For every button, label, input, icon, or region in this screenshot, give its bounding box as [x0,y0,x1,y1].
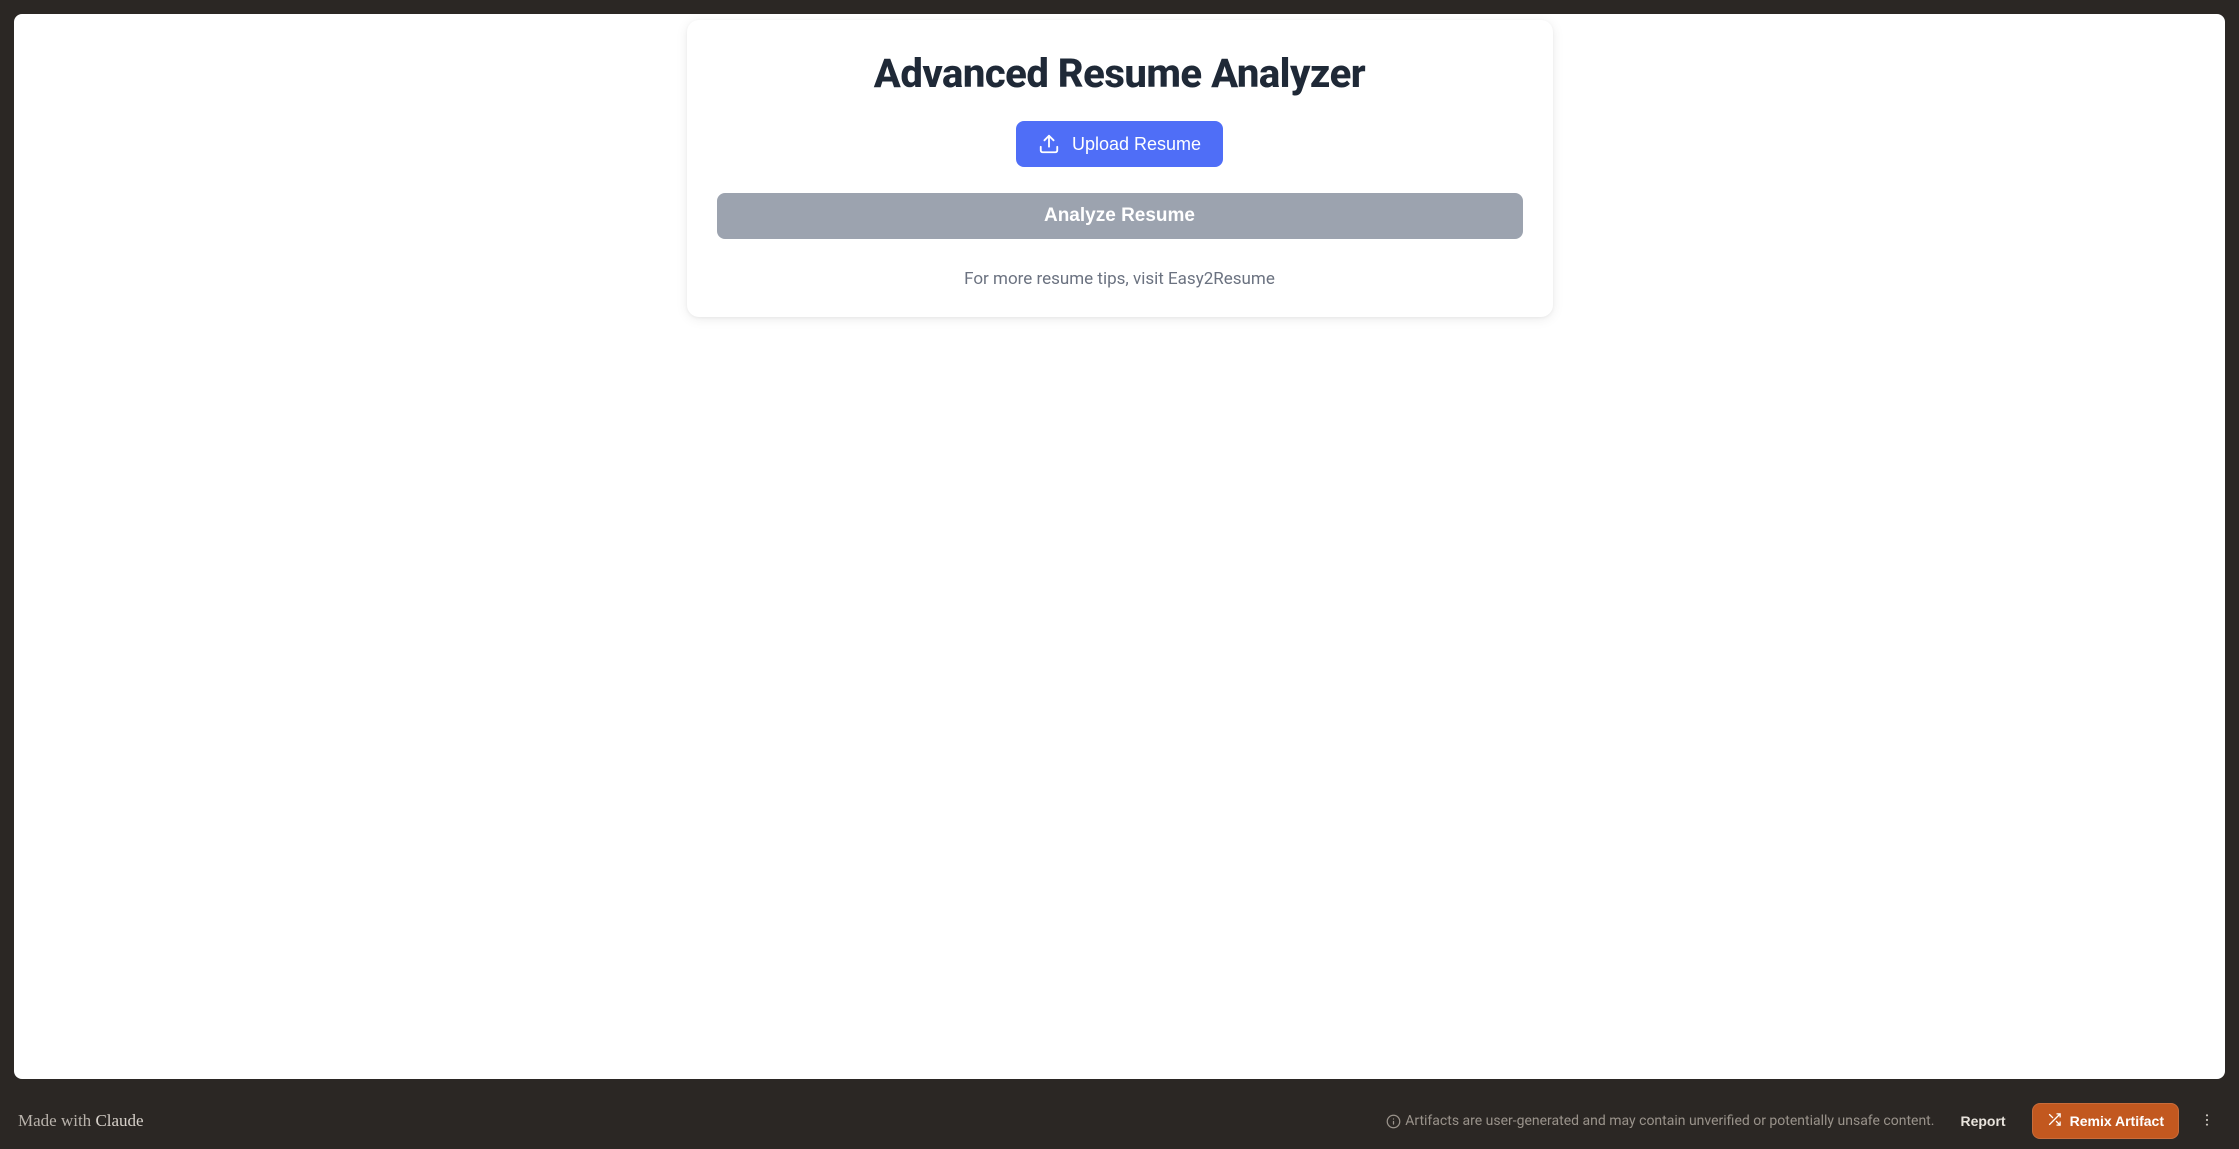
made-with-prefix: Made with [18,1111,95,1130]
app-frame: Advanced Resume Analyzer Upload Resume A… [0,0,2239,1093]
page-title: Advanced Resume Analyzer [874,50,1365,97]
report-button[interactable]: Report [1948,1105,2017,1137]
disclaimer-text: Artifacts are user-generated and may con… [1405,1113,1934,1129]
more-options-button[interactable] [2193,1107,2221,1135]
canvas: Advanced Resume Analyzer Upload Resume A… [14,14,2225,1079]
main-card: Advanced Resume Analyzer Upload Resume A… [687,20,1553,317]
made-with-brand: Claude [95,1111,143,1130]
upload-icon [1038,133,1060,155]
upload-button-label: Upload Resume [1072,134,1201,155]
info-icon [1386,1114,1401,1129]
kebab-icon [2199,1112,2215,1131]
remix-artifact-button[interactable]: Remix Artifact [2032,1103,2179,1139]
tips-prefix: For more resume tips, visit [964,269,1168,289]
disclaimer: Artifacts are user-generated and may con… [1386,1113,1934,1129]
tips-link[interactable]: Easy2Resume [1168,269,1275,289]
upload-resume-button[interactable]: Upload Resume [1016,121,1223,167]
analyze-button-label: Analyze Resume [1044,205,1195,226]
shuffle-icon [2047,1112,2062,1130]
report-button-label: Report [1960,1113,2005,1129]
remix-button-label: Remix Artifact [2070,1113,2164,1129]
bottom-bar: Made with Claude Artifacts are user-gene… [0,1093,2239,1149]
analyze-resume-button[interactable]: Analyze Resume [717,193,1523,239]
made-with-label: Made with Claude [18,1111,144,1131]
bottom-bar-right: Artifacts are user-generated and may con… [1386,1103,2221,1139]
tips-footer: For more resume tips, visit Easy2Resume [964,269,1275,289]
